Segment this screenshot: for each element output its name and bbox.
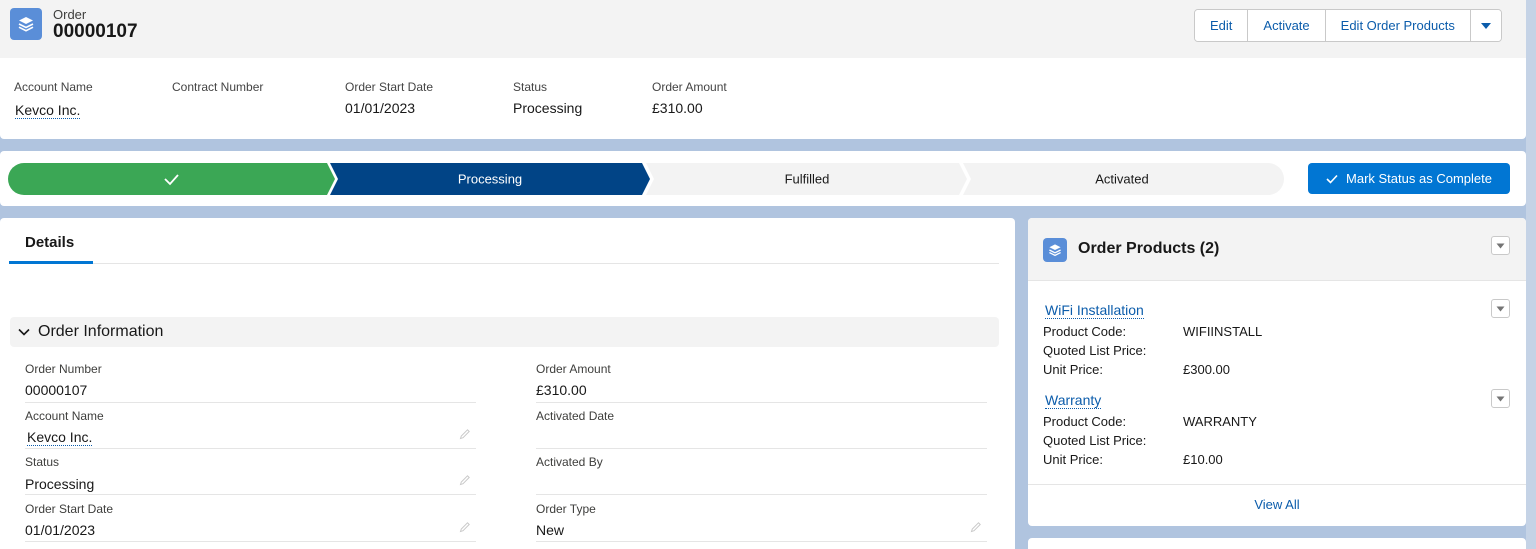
path-stage-completed[interactable] <box>8 163 335 195</box>
order-object-icon <box>10 8 42 40</box>
product-code-label: Product Code: <box>1043 324 1127 339</box>
unit-price-value: £300.00 <box>1183 362 1230 377</box>
field-label-activated-date: Activated Date <box>536 409 615 423</box>
card-footer-divider <box>1028 484 1526 485</box>
field-value-status: Processing <box>25 476 95 492</box>
product-code-label: Product Code: <box>1043 414 1127 429</box>
field-value-order-amount: £310.00 <box>536 382 587 398</box>
highlight-label-account-name: Account Name <box>14 80 93 94</box>
page-scrollbar[interactable] <box>1526 0 1536 549</box>
field-divider <box>536 541 987 542</box>
edit-pencil-icon[interactable] <box>459 428 471 440</box>
field-divider <box>25 448 476 449</box>
field-label-order-number: Order Number <box>25 362 102 376</box>
active-tab-indicator <box>9 261 93 264</box>
activate-button[interactable]: Activate <box>1248 10 1326 41</box>
order-products-title[interactable]: Order Products (2) <box>1078 240 1219 258</box>
path-stage-label: Processing <box>458 172 522 187</box>
order-products-icon <box>1043 238 1067 262</box>
highlight-label-contract-number: Contract Number <box>172 80 264 94</box>
unit-price-value: £10.00 <box>1183 452 1223 467</box>
next-related-card <box>1028 538 1526 549</box>
chevron-down-icon <box>18 328 30 336</box>
highlight-value-order-amount: £310.00 <box>652 100 703 116</box>
edit-pencil-icon[interactable] <box>459 521 471 533</box>
highlight-account-link[interactable]: Kevco Inc. <box>15 102 81 119</box>
edit-button[interactable]: Edit <box>1195 10 1249 41</box>
row-actions-dropdown[interactable] <box>1491 389 1510 408</box>
field-value-order-number: 00000107 <box>25 382 88 398</box>
field-label-order-start-date: Order Start Date <box>25 502 114 516</box>
quoted-list-price-label: Quoted List Price: <box>1043 433 1147 448</box>
row-actions-dropdown[interactable] <box>1491 299 1510 318</box>
section-title: Order Information <box>38 323 164 340</box>
tab-divider <box>9 263 999 264</box>
field-label-account-name: Account Name <box>25 409 104 423</box>
product-code-value[interactable]: WIFIINSTALL <box>1183 324 1262 339</box>
unit-price-label: Unit Price: <box>1043 452 1103 467</box>
details-card <box>0 218 1015 549</box>
field-account-link[interactable]: Kevco Inc. <box>27 429 93 446</box>
product-link-wifi-installation[interactable]: WiFi Installation <box>1045 302 1144 319</box>
field-value-order-type: New <box>536 522 565 538</box>
highlight-label-order-start-date: Order Start Date <box>345 80 434 94</box>
edit-pencil-icon[interactable] <box>459 474 471 486</box>
view-all-link[interactable]: View All <box>1028 497 1526 512</box>
edit-pencil-icon[interactable] <box>970 521 982 533</box>
check-icon <box>1326 174 1338 184</box>
field-label-order-type: Order Type <box>536 502 596 516</box>
field-divider <box>536 448 987 449</box>
tab-details[interactable]: Details <box>25 234 74 251</box>
header-action-group: Edit Activate Edit Order Products <box>1194 9 1502 42</box>
path-stage-fulfilled[interactable]: Fulfilled <box>646 163 967 195</box>
path-stage-label: Activated <box>1095 172 1148 187</box>
object-label: Order <box>53 7 87 22</box>
field-label-activated-by: Activated By <box>536 455 603 469</box>
path-stage-label: Fulfilled <box>785 172 830 187</box>
more-actions-button[interactable] <box>1470 10 1501 41</box>
field-label-order-amount: Order Amount <box>536 362 611 376</box>
highlight-label-status: Status <box>513 80 548 94</box>
field-divider <box>25 541 476 542</box>
product-link-warranty[interactable]: Warranty <box>1045 392 1102 409</box>
chevron-down-icon <box>1496 306 1505 311</box>
mark-status-complete-label: Mark Status as Complete <box>1346 171 1492 186</box>
highlight-value-order-start-date: 01/01/2023 <box>345 100 416 116</box>
path-stage-activated[interactable]: Activated <box>963 163 1284 195</box>
record-title: 00000107 <box>53 21 138 42</box>
highlight-value-status: Processing <box>513 100 583 116</box>
mark-status-complete-button[interactable]: Mark Status as Complete <box>1308 163 1510 194</box>
chevron-down-icon <box>1480 22 1491 29</box>
field-divider <box>536 402 987 403</box>
card-actions-dropdown[interactable] <box>1491 236 1510 255</box>
highlight-label-order-amount: Order Amount <box>652 80 727 94</box>
path-stage-processing[interactable]: Processing <box>330 163 650 195</box>
chevron-down-icon <box>1496 243 1505 248</box>
field-label-status: Status <box>25 455 60 469</box>
product-code-value[interactable]: WARRANTY <box>1183 414 1257 429</box>
status-path: Processing Fulfilled Activated <box>8 163 1284 195</box>
field-divider <box>25 494 476 495</box>
field-divider <box>536 494 987 495</box>
field-divider <box>25 402 476 403</box>
field-value-order-start-date: 01/01/2023 <box>25 522 96 538</box>
quoted-list-price-label: Quoted List Price: <box>1043 343 1147 358</box>
unit-price-label: Unit Price: <box>1043 362 1103 377</box>
edit-order-products-button[interactable]: Edit Order Products <box>1325 10 1471 41</box>
chevron-down-icon <box>1496 396 1505 401</box>
section-order-information[interactable]: Order Information <box>10 317 999 347</box>
